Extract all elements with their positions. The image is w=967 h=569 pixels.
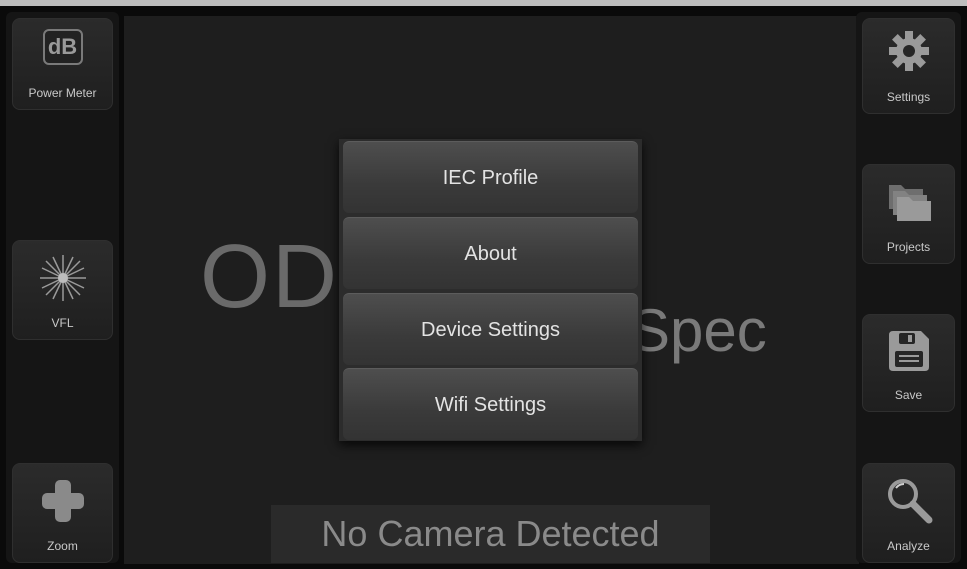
vfl-button[interactable]: VFL (12, 240, 113, 340)
menu-item-wifi-settings[interactable]: Wifi Settings (343, 368, 638, 440)
zoom-button[interactable]: Zoom (12, 463, 113, 563)
background-title-right: Spec (630, 297, 767, 364)
settings-button[interactable]: Settings (862, 18, 955, 114)
db-icon: dB (42, 29, 83, 65)
right-sidebar: Settings Projects Save Analyze (856, 12, 961, 563)
menu-item-iec-profile[interactable]: IEC Profile (343, 141, 638, 213)
projects-label: Projects (886, 240, 931, 254)
analyze-label: Analyze (887, 539, 930, 553)
floppy-disk-icon (887, 329, 931, 376)
background-title-left: OD (200, 227, 339, 327)
gear-icon (887, 29, 931, 76)
zoom-label: Zoom (47, 539, 78, 553)
db-icon-text: dB (47, 34, 78, 59)
projects-button[interactable]: Projects (862, 164, 955, 264)
analyze-button[interactable]: Analyze (862, 463, 955, 563)
menu-item-device-settings[interactable]: Device Settings (343, 293, 638, 365)
settings-menu: IEC Profile About Device Settings Wifi S… (339, 139, 642, 441)
menu-item-about[interactable]: About (343, 217, 638, 289)
vfl-label: VFL (51, 316, 74, 330)
laser-burst-icon (38, 253, 88, 306)
power-meter-label: Power Meter (28, 86, 97, 100)
magnifier-icon (885, 476, 933, 527)
left-sidebar: dB Power Meter VFL Zoom (6, 12, 119, 563)
save-label: Save (894, 388, 923, 402)
camera-status: No Camera Detected (271, 505, 710, 563)
settings-label: Settings (886, 90, 931, 104)
plus-icon (40, 478, 86, 527)
app-window: dB Power Meter VFL Zoom OD Spec No Camer… (0, 0, 967, 569)
folders-icon (885, 177, 933, 226)
save-button[interactable]: Save (862, 314, 955, 412)
power-meter-button[interactable]: dB Power Meter (12, 18, 113, 110)
